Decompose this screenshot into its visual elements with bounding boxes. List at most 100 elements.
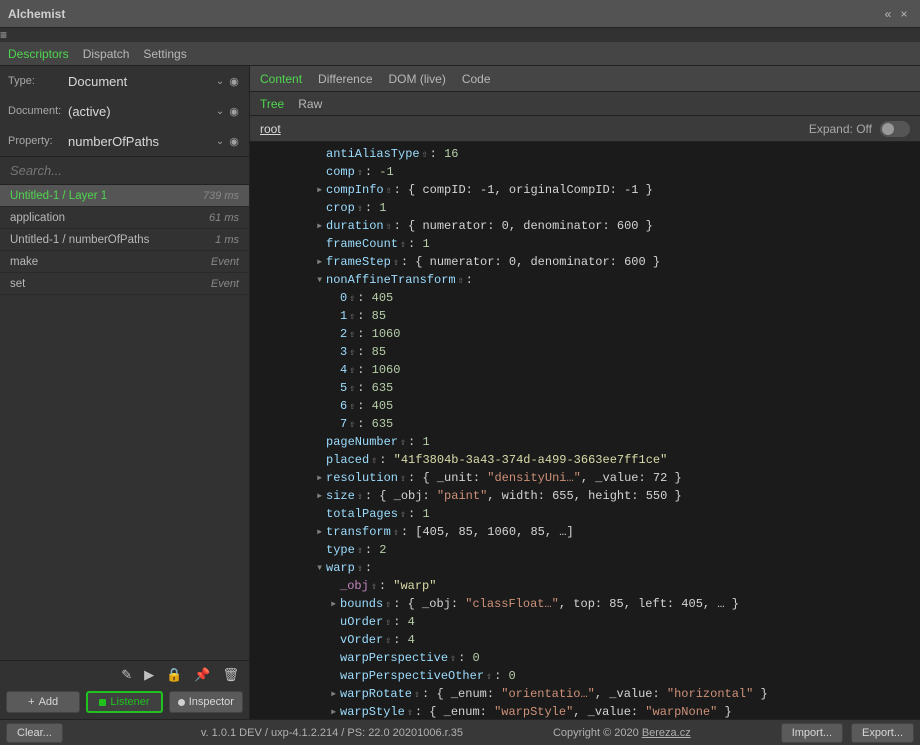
expand-arrow-icon[interactable]: ▸ xyxy=(316,470,326,487)
tree-line[interactable]: 7⇧: 635 xyxy=(250,416,920,434)
expand-arrow-icon[interactable] xyxy=(316,434,326,451)
expand-arrow-icon[interactable] xyxy=(316,146,326,163)
pin-icon[interactable]: ⇧ xyxy=(349,348,355,359)
eye-icon[interactable]: ◉ xyxy=(227,105,241,118)
descriptor-item[interactable]: application61 ms xyxy=(0,207,249,229)
tree-line[interactable]: placed⇧: "41f3804b-3a43-374d-a499-3663ee… xyxy=(250,452,920,470)
tree-line[interactable]: 1⇧: 85 xyxy=(250,308,920,326)
pin-icon[interactable]: ⇧ xyxy=(407,708,413,719)
filter-property-value[interactable]: numberOfPaths xyxy=(64,134,213,149)
descriptor-item[interactable]: setEvent xyxy=(0,273,249,295)
pin-icon[interactable]: ⇧ xyxy=(357,564,363,575)
expand-arrow-icon[interactable] xyxy=(330,668,340,685)
expand-arrow-icon[interactable] xyxy=(330,326,340,343)
expand-arrow-icon[interactable] xyxy=(330,362,340,379)
descriptor-item[interactable]: Untitled-1 / numberOfPaths1 ms xyxy=(0,229,249,251)
expand-arrow-icon[interactable] xyxy=(316,164,326,181)
descriptor-item[interactable]: makeEvent xyxy=(0,251,249,273)
pin-icon[interactable]: ⇧ xyxy=(393,258,399,269)
expand-arrow-icon[interactable] xyxy=(330,344,340,361)
tab-settings[interactable]: Settings xyxy=(143,47,186,61)
lock-icon[interactable]: 🔒 xyxy=(166,667,182,683)
expand-arrow-icon[interactable]: ▸ xyxy=(330,704,340,719)
clear-button[interactable]: Clear... xyxy=(6,723,63,743)
pin-icon[interactable]: ⇧ xyxy=(349,312,355,323)
pin-icon[interactable]: ⇧ xyxy=(450,654,456,665)
pin-icon[interactable]: ⇧ xyxy=(349,402,355,413)
tree-line[interactable]: 0⇧: 405 xyxy=(250,290,920,308)
expand-arrow-icon[interactable] xyxy=(316,542,326,559)
tree-line[interactable]: 2⇧: 1060 xyxy=(250,326,920,344)
pin-icon[interactable]: ⇧ xyxy=(385,618,391,629)
tree-line[interactable]: type⇧: 2 xyxy=(250,542,920,560)
tree-line[interactable]: ▸warpStyle⇧: { _enum: "warpStyle", _valu… xyxy=(250,704,920,719)
pin-icon[interactable]: ⇧ xyxy=(486,672,492,683)
play-icon[interactable]: ▶ xyxy=(144,667,154,683)
expand-arrow-icon[interactable]: ▸ xyxy=(316,254,326,271)
expand-arrow-icon[interactable]: ▸ xyxy=(316,218,326,235)
pin-icon[interactable]: ⇧ xyxy=(357,204,363,215)
pin-icon[interactable]: ⇧ xyxy=(349,420,355,431)
tree-line[interactable]: ▸compInfo⇧: { compID: -1, originalCompID… xyxy=(250,182,920,200)
tab-dom-live[interactable]: DOM (live) xyxy=(389,72,446,86)
pin-icon[interactable]: ⇧ xyxy=(458,276,464,287)
pin-icon[interactable]: 📌 xyxy=(194,667,210,683)
expand-arrow-icon[interactable] xyxy=(316,452,326,469)
tree-line[interactable]: uOrder⇧: 4 xyxy=(250,614,920,632)
expand-arrow-icon[interactable]: ▸ xyxy=(330,596,340,613)
expand-arrow-icon[interactable] xyxy=(330,398,340,415)
tree-line[interactable]: 4⇧: 1060 xyxy=(250,362,920,380)
tree-line[interactable]: ▸frameStep⇧: { numerator: 0, denominator… xyxy=(250,254,920,272)
expand-arrow-icon[interactable] xyxy=(330,578,340,595)
pin-icon[interactable]: ⇧ xyxy=(349,330,355,341)
expand-arrow-icon[interactable]: ▾ xyxy=(316,272,326,289)
expand-arrow-icon[interactable]: ▸ xyxy=(316,182,326,199)
tab-difference[interactable]: Difference xyxy=(318,72,372,86)
search-input[interactable] xyxy=(0,156,249,185)
pin-icon[interactable]: ⇧ xyxy=(349,384,355,395)
tree-viewer[interactable]: antiAliasType⇧: 16 comp⇧: -1▸compInfo⇧: … xyxy=(250,142,920,719)
close-icon[interactable]: × xyxy=(896,7,912,21)
tree-line[interactable]: ▸warpRotate⇧: { _enum: "orientatio…", _v… xyxy=(250,686,920,704)
pin-icon[interactable]: ⇧ xyxy=(385,636,391,647)
tree-line[interactable]: antiAliasType⇧: 16 xyxy=(250,146,920,164)
tree-line[interactable]: comp⇧: -1 xyxy=(250,164,920,182)
tree-line[interactable]: ▸bounds⇧: { _obj: "classFloat…", top: 85… xyxy=(250,596,920,614)
expand-arrow-icon[interactable] xyxy=(330,290,340,307)
tree-line[interactable]: vOrder⇧: 4 xyxy=(250,632,920,650)
subtab-raw[interactable]: Raw xyxy=(298,97,322,111)
export-button[interactable]: Export... xyxy=(851,723,914,743)
inspector-button[interactable]: Inspector xyxy=(169,691,243,713)
tree-line[interactable]: ▸resolution⇧: { _unit: "densityUni…", _v… xyxy=(250,470,920,488)
tab-descriptors[interactable]: Descriptors xyxy=(8,47,69,61)
expand-arrow-icon[interactable]: ▾ xyxy=(316,560,326,577)
copyright-link[interactable]: Bereza.cz xyxy=(642,727,691,739)
pin-icon[interactable]: ⇧ xyxy=(385,600,391,611)
tree-line[interactable]: 6⇧: 405 xyxy=(250,398,920,416)
tree-line[interactable]: ▸duration⇧: { numerator: 0, denominator:… xyxy=(250,218,920,236)
pin-icon[interactable]: ⇧ xyxy=(349,294,355,305)
expand-arrow-icon[interactable] xyxy=(330,308,340,325)
tab-dispatch[interactable]: Dispatch xyxy=(83,47,130,61)
tree-line[interactable]: ▸size⇧: { _obj: "paint", width: 655, hei… xyxy=(250,488,920,506)
tab-code[interactable]: Code xyxy=(462,72,491,86)
tree-line[interactable]: crop⇧: 1 xyxy=(250,200,920,218)
tab-content[interactable]: Content xyxy=(260,72,302,86)
filter-document-value[interactable]: (active) xyxy=(64,104,213,119)
tree-line[interactable]: 3⇧: 85 xyxy=(250,344,920,362)
expand-arrow-icon[interactable] xyxy=(330,380,340,397)
tree-line[interactable]: ▸transform⇧: [405, 85, 1060, 85, …] xyxy=(250,524,920,542)
tree-line[interactable]: frameCount⇧: 1 xyxy=(250,236,920,254)
chevron-down-icon[interactable]: ⌄ xyxy=(213,136,227,147)
expand-arrow-icon[interactable]: ▸ xyxy=(330,686,340,703)
pin-icon[interactable]: ⇧ xyxy=(357,546,363,557)
pin-icon[interactable]: ⇧ xyxy=(371,456,377,467)
pin-icon[interactable]: ⇧ xyxy=(349,366,355,377)
tree-line[interactable]: totalPages⇧: 1 xyxy=(250,506,920,524)
trash-icon[interactable]: 🗑 xyxy=(222,667,239,683)
pin-icon[interactable]: ⇧ xyxy=(357,492,363,503)
expand-arrow-icon[interactable] xyxy=(316,506,326,523)
tree-line[interactable]: warpPerspectiveOther⇧: 0 xyxy=(250,668,920,686)
tree-line[interactable]: pageNumber⇧: 1 xyxy=(250,434,920,452)
expand-arrow-icon[interactable] xyxy=(330,632,340,649)
